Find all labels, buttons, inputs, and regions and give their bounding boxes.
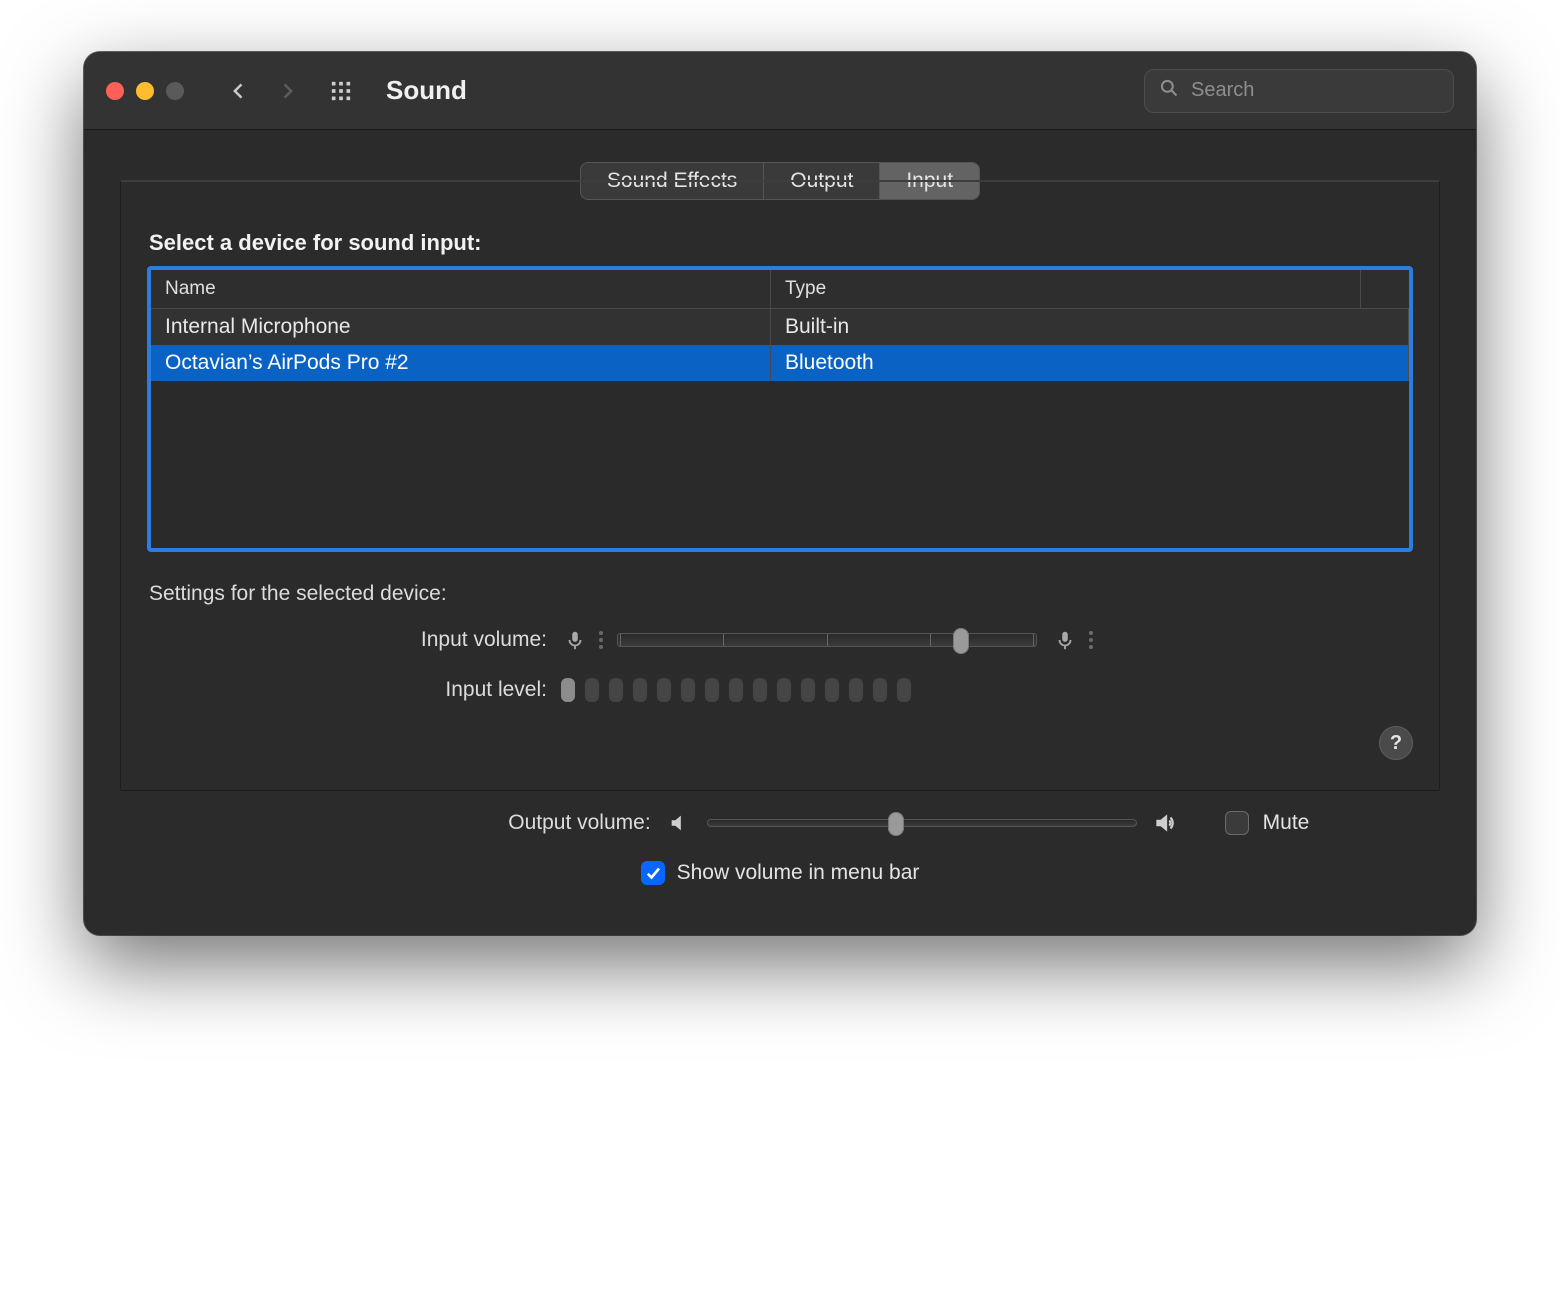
output-volume-slider[interactable] xyxy=(707,819,1137,827)
back-button[interactable] xyxy=(226,78,252,104)
input-device-heading: Select a device for sound input: xyxy=(149,230,1413,256)
input-volume-label: Input volume: xyxy=(147,628,547,652)
input-volume-thumb[interactable] xyxy=(953,628,969,654)
column-header-spacer xyxy=(1361,270,1409,308)
show-volume-menubar-checkbox[interactable] xyxy=(641,861,665,885)
input-volume-row: Input volume: xyxy=(147,626,1413,654)
input-level-label: Input level: xyxy=(147,678,547,702)
output-volume-thumb[interactable] xyxy=(888,812,904,836)
device-name: Octavian’s AirPods Pro #2 xyxy=(151,345,771,381)
search-icon xyxy=(1159,78,1179,104)
show-all-preferences-button[interactable] xyxy=(328,78,354,104)
mute-label: Mute xyxy=(1263,811,1310,835)
level-segment xyxy=(753,678,767,702)
level-segment xyxy=(825,678,839,702)
level-segment xyxy=(681,678,695,702)
mute-checkbox[interactable] xyxy=(1225,811,1249,835)
help-button[interactable]: ? xyxy=(1379,726,1413,760)
column-header-type[interactable]: Type xyxy=(771,270,1361,308)
level-segment xyxy=(801,678,815,702)
level-segment xyxy=(849,678,863,702)
device-type: Built-in xyxy=(771,309,1409,345)
microphone-low-icon xyxy=(561,626,589,654)
level-segment xyxy=(609,678,623,702)
show-volume-menubar-label: Show volume in menu bar xyxy=(677,861,920,885)
speaker-high-icon xyxy=(1151,809,1179,837)
level-segment xyxy=(633,678,647,702)
minimize-window-button[interactable] xyxy=(136,82,154,100)
input-volume-slider[interactable] xyxy=(617,633,1037,647)
mic-low-dots-icon xyxy=(599,631,603,649)
window-title: Sound xyxy=(386,75,467,106)
input-device-table[interactable]: Name Type Internal MicrophoneBuilt-inOct… xyxy=(147,266,1413,552)
input-level-row: Input level: xyxy=(147,678,1413,702)
device-settings-heading: Settings for the selected device: xyxy=(149,582,1413,606)
sound-preferences-window: Sound Sound Effects Output Input Select … xyxy=(84,52,1476,935)
level-segment xyxy=(729,678,743,702)
device-row[interactable]: Octavian’s AirPods Pro #2Bluetooth xyxy=(151,345,1409,381)
device-type: Bluetooth xyxy=(771,345,1409,381)
microphone-high-icon xyxy=(1051,626,1079,654)
mic-high-dots-icon xyxy=(1089,631,1093,649)
speaker-low-icon xyxy=(665,809,693,837)
close-window-button[interactable] xyxy=(106,82,124,100)
input-level-meter xyxy=(561,678,911,702)
level-segment xyxy=(897,678,911,702)
output-volume-label: Output volume: xyxy=(251,811,651,835)
window-controls xyxy=(106,82,184,100)
input-panel: Select a device for sound input: Name Ty… xyxy=(120,180,1440,791)
level-segment xyxy=(873,678,887,702)
level-segment xyxy=(777,678,791,702)
level-segment xyxy=(561,678,575,702)
content-area: Sound Effects Output Input Select a devi… xyxy=(84,130,1476,935)
nav-buttons xyxy=(226,78,300,104)
zoom-window-button[interactable] xyxy=(166,82,184,100)
column-header-name[interactable]: Name xyxy=(151,270,771,308)
device-name: Internal Microphone xyxy=(151,309,771,345)
level-segment xyxy=(705,678,719,702)
level-segment xyxy=(657,678,671,702)
table-header: Name Type xyxy=(151,270,1409,309)
search-input[interactable] xyxy=(1189,78,1439,103)
search-field[interactable] xyxy=(1144,69,1454,113)
level-segment xyxy=(585,678,599,702)
forward-button[interactable] xyxy=(274,78,300,104)
output-volume-section: Output volume: Mute Show volume in xyxy=(120,791,1440,895)
titlebar: Sound xyxy=(84,52,1476,130)
device-row[interactable]: Internal MicrophoneBuilt-in xyxy=(151,309,1409,345)
